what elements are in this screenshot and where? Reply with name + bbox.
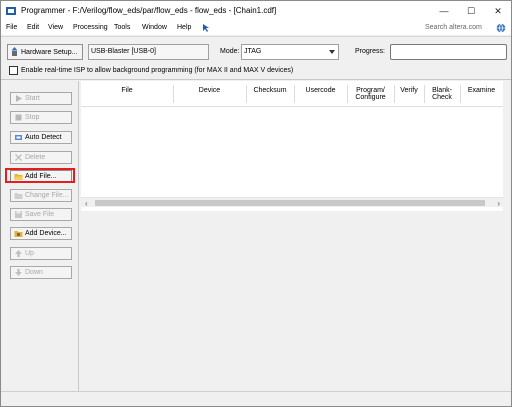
window-title: Programmer - F:/Verilog/flow_eds/par/flo… bbox=[21, 6, 277, 15]
column-usercode[interactable]: Usercode bbox=[294, 87, 347, 94]
menu-tools[interactable]: Tools bbox=[114, 24, 130, 31]
horizontal-scrollbar[interactable]: ‹ › bbox=[81, 197, 503, 208]
column-checksum[interactable]: Checksum bbox=[246, 87, 294, 94]
save-file-button-label: Save File bbox=[25, 211, 55, 218]
close-button[interactable]: ✕ bbox=[485, 1, 511, 21]
add-device-icon bbox=[14, 231, 23, 237]
menu-file[interactable]: File bbox=[6, 24, 17, 31]
stop-button[interactable]: Stop bbox=[10, 111, 72, 124]
change-file-button[interactable]: Change File... bbox=[10, 189, 72, 202]
status-bar bbox=[1, 391, 511, 406]
mode-label: Mode: bbox=[220, 48, 240, 55]
chain-diagram-area bbox=[81, 211, 503, 391]
up-button-label: Up bbox=[25, 250, 34, 257]
start-button[interactable]: Start bbox=[10, 92, 72, 105]
globe-icon[interactable] bbox=[496, 23, 506, 33]
vertical-scrollbar[interactable] bbox=[503, 81, 511, 211]
mode-select[interactable]: JTAG bbox=[241, 44, 339, 60]
menu-edit[interactable]: Edit bbox=[27, 24, 39, 31]
menu-bar: File Edit View Processing Tools Window H… bbox=[1, 21, 511, 35]
programmer-app-icon bbox=[6, 7, 16, 15]
title-bar: Programmer - F:/Verilog/flow_eds/par/flo… bbox=[1, 1, 511, 21]
column-program-configure[interactable]: Program/ Configure bbox=[347, 87, 394, 101]
search-altera-field[interactable]: Search altera.com bbox=[425, 24, 482, 31]
progress-bar bbox=[390, 44, 507, 60]
column-device[interactable]: Device bbox=[173, 87, 246, 94]
maximize-button[interactable]: ☐ bbox=[458, 1, 484, 21]
start-button-label: Start bbox=[25, 95, 40, 102]
save-icon bbox=[15, 211, 22, 218]
add-file-highlight bbox=[5, 168, 75, 183]
device-chain-table: File Device Checksum Usercode Program/ C… bbox=[81, 81, 503, 211]
auto-detect-icon bbox=[15, 135, 22, 140]
menu-window[interactable]: Window bbox=[142, 24, 167, 31]
menu-help[interactable]: Help bbox=[177, 24, 191, 31]
auto-detect-button-label: Auto Detect bbox=[25, 134, 62, 141]
delete-button-label: Delete bbox=[25, 154, 46, 161]
programmer-window: Programmer - F:/Verilog/flow_eds/par/flo… bbox=[0, 0, 512, 407]
minimize-button[interactable]: — bbox=[431, 1, 457, 21]
save-file-button[interactable]: Save File bbox=[10, 208, 72, 221]
scroll-left-icon[interactable]: ‹ bbox=[85, 199, 88, 208]
menu-processing[interactable]: Processing bbox=[73, 24, 108, 31]
programmer-side-panel: Start Stop Auto Detect Delete Add File..… bbox=[1, 81, 79, 391]
stop-button-label: Stop bbox=[25, 114, 40, 121]
stop-icon bbox=[15, 114, 22, 121]
hardware-toolbar: Hardware Setup... USB-Blaster [USB-0] Mo… bbox=[1, 36, 511, 80]
hardware-name-field: USB-Blaster [USB-0] bbox=[88, 44, 209, 60]
arrow-up-icon bbox=[15, 250, 22, 257]
menu-view[interactable]: View bbox=[48, 24, 63, 31]
chevron-down-icon bbox=[329, 50, 335, 54]
arrow-down-icon bbox=[15, 269, 22, 276]
scrollbar-thumb[interactable] bbox=[95, 200, 485, 206]
progress-label: Progress: bbox=[355, 48, 385, 55]
change-file-button-label: Change File... bbox=[25, 192, 69, 199]
column-examine[interactable]: Examine bbox=[460, 87, 503, 94]
column-file[interactable]: File bbox=[81, 87, 173, 94]
hardware-setup-label: Hardware Setup... bbox=[21, 48, 78, 56]
context-help-icon[interactable] bbox=[202, 23, 211, 33]
realtime-isp-checkbox[interactable] bbox=[9, 66, 18, 75]
column-verify[interactable]: Verify bbox=[394, 87, 424, 94]
delete-icon bbox=[15, 154, 22, 161]
auto-detect-button[interactable]: Auto Detect bbox=[10, 131, 72, 144]
down-button-label: Down bbox=[25, 269, 43, 276]
play-icon bbox=[16, 95, 22, 102]
down-button[interactable]: Down bbox=[10, 266, 72, 279]
mode-value: JTAG bbox=[244, 48, 262, 55]
column-blank-check[interactable]: Blank- Check bbox=[424, 87, 460, 101]
add-device-button[interactable]: Add Device... bbox=[10, 227, 72, 240]
hardware-setup-icon bbox=[11, 47, 18, 56]
add-device-button-label: Add Device... bbox=[25, 230, 67, 237]
scroll-right-icon[interactable]: › bbox=[497, 199, 500, 208]
table-header: File Device Checksum Usercode Program/ C… bbox=[81, 81, 503, 107]
delete-button[interactable]: Delete bbox=[10, 151, 72, 164]
change-file-icon bbox=[14, 193, 23, 199]
hardware-setup-button[interactable]: Hardware Setup... bbox=[7, 44, 83, 60]
realtime-isp-label: Enable real-time ISP to allow background… bbox=[21, 67, 294, 74]
up-button[interactable]: Up bbox=[10, 247, 72, 260]
